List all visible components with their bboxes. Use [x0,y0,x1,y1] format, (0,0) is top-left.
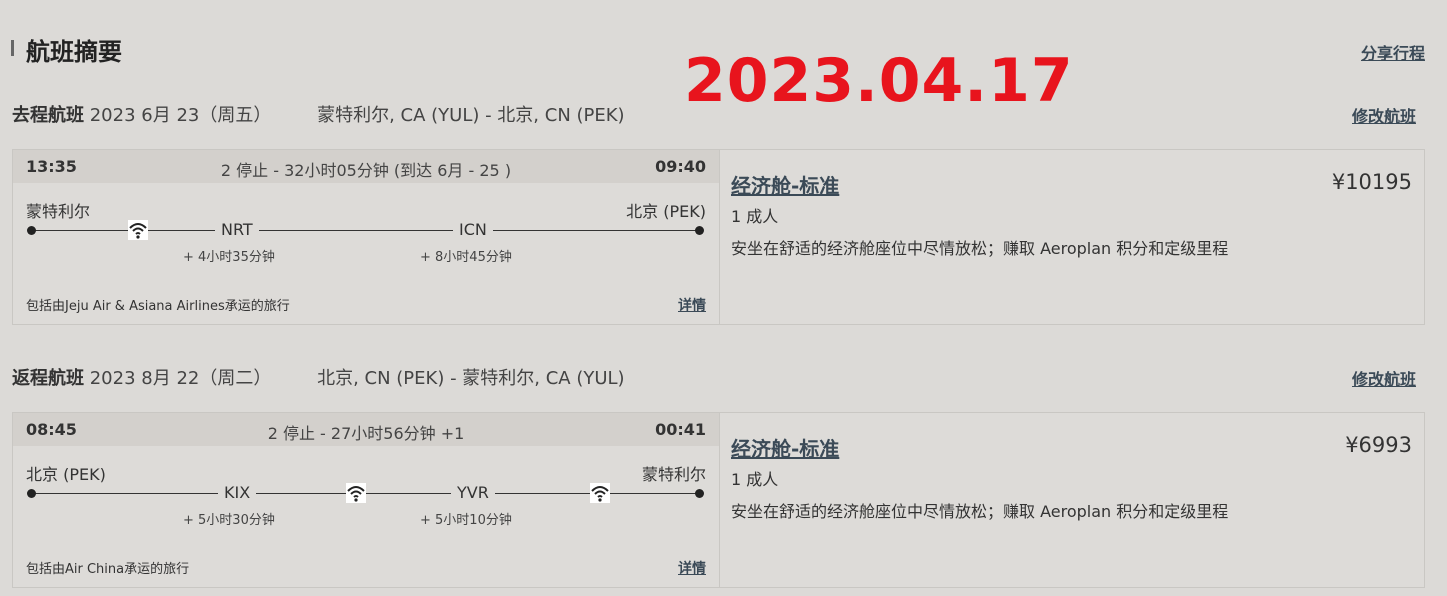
outbound-arrival-time: 09:40 [655,157,706,176]
outbound-details-link[interactable]: 详情 [678,295,706,315]
layover-icn: + 8小时45分钟 [420,250,512,265]
outbound-label: 去程航班 [12,105,84,126]
wifi-icon [590,483,610,503]
layover-nrt: + 4小时35分钟 [183,250,275,265]
destination-dot [695,226,704,235]
return-label: 返程航班 [12,368,84,389]
wifi-icon [346,483,366,503]
outbound-stop-summary: 2 停止 - 32小时05分钟 (到达 6月 - 25 ) [220,161,512,180]
outbound-date: 2023 6月 23（周五） [89,105,272,126]
layover-yvr: + 5小时10分钟 [420,513,512,528]
destination-dot [695,489,704,498]
return-flight-card: 08:45 2 停止 - 27小时56分钟 +1 00:41 北京 (PEK) … [12,412,1425,588]
return-fare-description: 安坐在舒适的经济舱座位中尽情放松；赚取 Aeroplan 积分和定级里程 [731,502,1229,521]
return-operated-by: 包括由Air China承运的旅行 [26,562,190,577]
return-details-link[interactable]: 详情 [678,558,706,578]
return-time-bar: 08:45 2 停止 - 27小时56分钟 +1 00:41 [13,413,719,446]
return-origin-city: 北京 (PEK) [26,465,106,484]
modify-outbound-link[interactable]: 修改航班 [1352,103,1416,127]
outbound-price: ¥10195 [1331,170,1412,194]
outbound-time-bar: 13:35 2 停止 - 32小时05分钟 (到达 6月 - 25 ) 09:4… [13,150,719,183]
return-passengers: 1 成人 [731,470,779,489]
outbound-origin-city: 蒙特利尔 [26,202,91,221]
origin-dot [27,489,36,498]
return-fare-link[interactable]: 经济舱-标准 [731,433,839,462]
outbound-passengers: 1 成人 [731,207,779,226]
modify-return-link[interactable]: 修改航班 [1352,366,1416,390]
origin-dot [27,226,36,235]
return-arrival-time: 00:41 [655,420,706,439]
outbound-fare-link[interactable]: 经济舱-标准 [731,170,839,199]
return-itinerary: 08:45 2 停止 - 27小时56分钟 +1 00:41 北京 (PEK) … [13,413,720,587]
stop-nrt: NRT [215,220,259,239]
return-price: ¥6993 [1345,433,1412,457]
stop-kix: KIX [218,483,257,502]
outbound-header: 去程航班 2023 6月 23（周五） 蒙特利尔, CA (YUL) - 北京,… [12,101,625,127]
return-date: 2023 8月 22（周二） [89,368,272,389]
wifi-icon [128,220,148,240]
title-accent-bar [11,40,14,56]
layover-kix: + 5小时30分钟 [183,513,275,528]
return-route: 北京, CN (PEK) - 蒙特利尔, CA (YUL) [317,368,625,389]
stop-yvr: YVR [451,483,495,502]
return-header: 返程航班 2023 8月 22（周二） 北京, CN (PEK) - 蒙特利尔,… [12,364,625,390]
outbound-fare-description: 安坐在舒适的经济舱座位中尽情放松；赚取 Aeroplan 积分和定级里程 [731,239,1229,258]
outbound-itinerary: 13:35 2 停止 - 32小时05分钟 (到达 6月 - 25 ) 09:4… [13,150,720,324]
outbound-flight-card: 13:35 2 停止 - 32小时05分钟 (到达 6月 - 25 ) 09:4… [12,149,1425,325]
return-stop-summary: 2 停止 - 27小时56分钟 +1 [267,424,465,443]
outbound-route: 蒙特利尔, CA (YUL) - 北京, CN (PEK) [317,105,625,126]
stop-icn: ICN [453,220,493,239]
outbound-destination-city: 北京 (PEK) [626,202,706,221]
share-itinerary-link[interactable]: 分享行程 [1361,40,1425,64]
date-overlay: 2023.04.17 [684,46,1074,116]
page-title: 航班摘要 [26,38,122,66]
outbound-operated-by: 包括由Jeju Air & Asiana Airlines承运的旅行 [26,299,290,314]
return-destination-city: 蒙特利尔 [641,465,706,484]
